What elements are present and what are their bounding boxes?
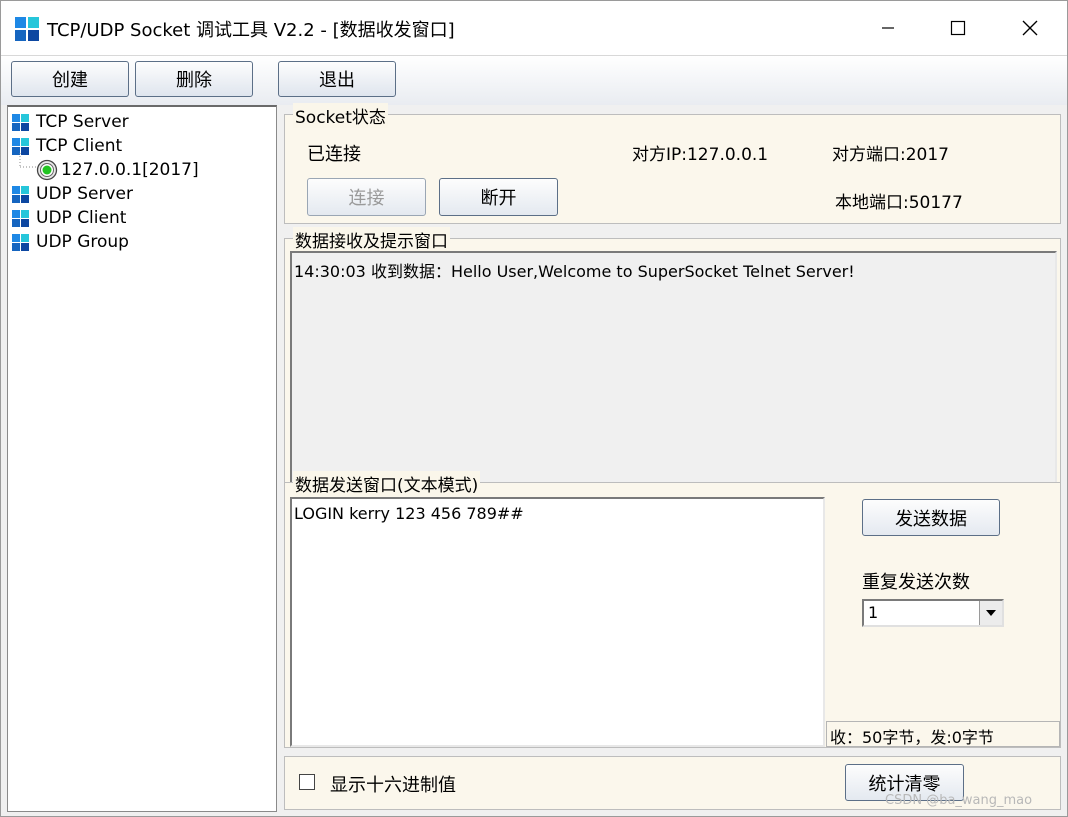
maximize-icon [950,20,966,36]
grid-icon [12,113,29,131]
tree-item-label: 127.0.0.1[2017] [61,160,199,180]
connection-state: 已连接 [307,144,361,165]
stats-bar: 收：50字节，发:0字节 [826,721,1060,747]
app-window: TCP/UDP Socket 调试工具 V2.2 - [数据收发窗口] 创建 删… [0,0,1068,817]
group-title: Socket状态 [293,103,388,128]
disconnect-button[interactable]: 断开 [439,178,558,216]
grid-icon [12,137,29,155]
hex-display-checkbox[interactable] [299,774,315,790]
tree-item-udp-server[interactable]: UDP Server [12,183,133,205]
window-title: TCP/UDP Socket 调试工具 V2.2 - [数据收发窗口] [47,20,455,41]
tree-item-connection[interactable]: 127.0.0.1[2017] [36,159,199,181]
watermark: CSDN @ba_wang_mao [885,793,1033,808]
create-button[interactable]: 创建 [11,61,129,97]
repeat-count-label: 重复发送次数 [862,572,970,593]
dropdown-button[interactable] [979,601,1002,625]
send-data-button[interactable]: 发送数据 [862,499,1000,536]
exit-button[interactable]: 退出 [278,61,396,97]
tree-item-udp-client[interactable]: UDP Client [12,207,126,229]
tree-item-udp-group[interactable]: UDP Group [12,231,129,253]
grid-icon [12,233,29,251]
minimize-icon [882,27,894,29]
send-text: LOGIN kerry 123 456 789## [294,504,524,523]
repeat-count-value: 1 [868,603,879,622]
app-icon [15,17,39,41]
grid-icon [12,185,29,203]
delete-button[interactable]: 删除 [135,61,253,97]
tree-item-label: UDP Server [36,184,133,204]
minimize-button[interactable] [853,1,923,55]
send-group: 数据发送窗口(文本模式) LOGIN kerry 123 456 789## 发… [284,471,1061,748]
chevron-down-icon [986,610,996,616]
byte-stats: 收：50字节，发:0字节 [830,728,994,747]
send-text-area[interactable]: LOGIN kerry 123 456 789## [290,497,825,747]
grid-icon [12,209,29,227]
close-button[interactable] [995,1,1065,55]
local-port: 本地端口:50177 [835,193,963,213]
remote-ip: 对方IP:127.0.0.1 [632,145,769,165]
socket-status-group: Socket状态 已连接 对方IP:127.0.0.1 对方端口:2017 连接… [284,103,1061,224]
connect-button[interactable]: 连接 [307,178,426,216]
receive-log-line: 14:30:03 收到数据：Hello User,Welcome to Supe… [294,262,855,281]
tree-item-tcp-server[interactable]: TCP Server [12,111,129,133]
group-title: 数据接收及提示窗口 [293,227,450,252]
toolbar: 创建 删除 退出 [1,55,1067,105]
remote-port: 对方端口:2017 [832,145,949,165]
tree-item-label: UDP Group [36,232,129,252]
connection-tree[interactable]: TCP Server TCP Client 127.0.0.1[2017] UD… [7,105,277,812]
repeat-count-select[interactable]: 1 [862,599,1004,627]
right-panel: Socket状态 已连接 对方IP:127.0.0.1 对方端口:2017 连接… [281,103,1064,813]
maximize-button[interactable] [923,1,993,55]
tree-item-label: TCP Server [36,112,129,132]
footer-group: 显示十六进制值 统计清零 CSDN @ba_wang_mao [284,756,1061,810]
close-icon [1022,20,1038,36]
connected-status-icon [36,159,58,181]
tree-item-label: TCP Client [36,136,123,156]
title-bar[interactable]: TCP/UDP Socket 调试工具 V2.2 - [数据收发窗口] [1,1,1067,55]
tree-item-label: UDP Client [36,208,127,228]
group-title: 数据发送窗口(文本模式) [293,471,481,496]
hex-display-label: 显示十六进制值 [330,775,456,796]
